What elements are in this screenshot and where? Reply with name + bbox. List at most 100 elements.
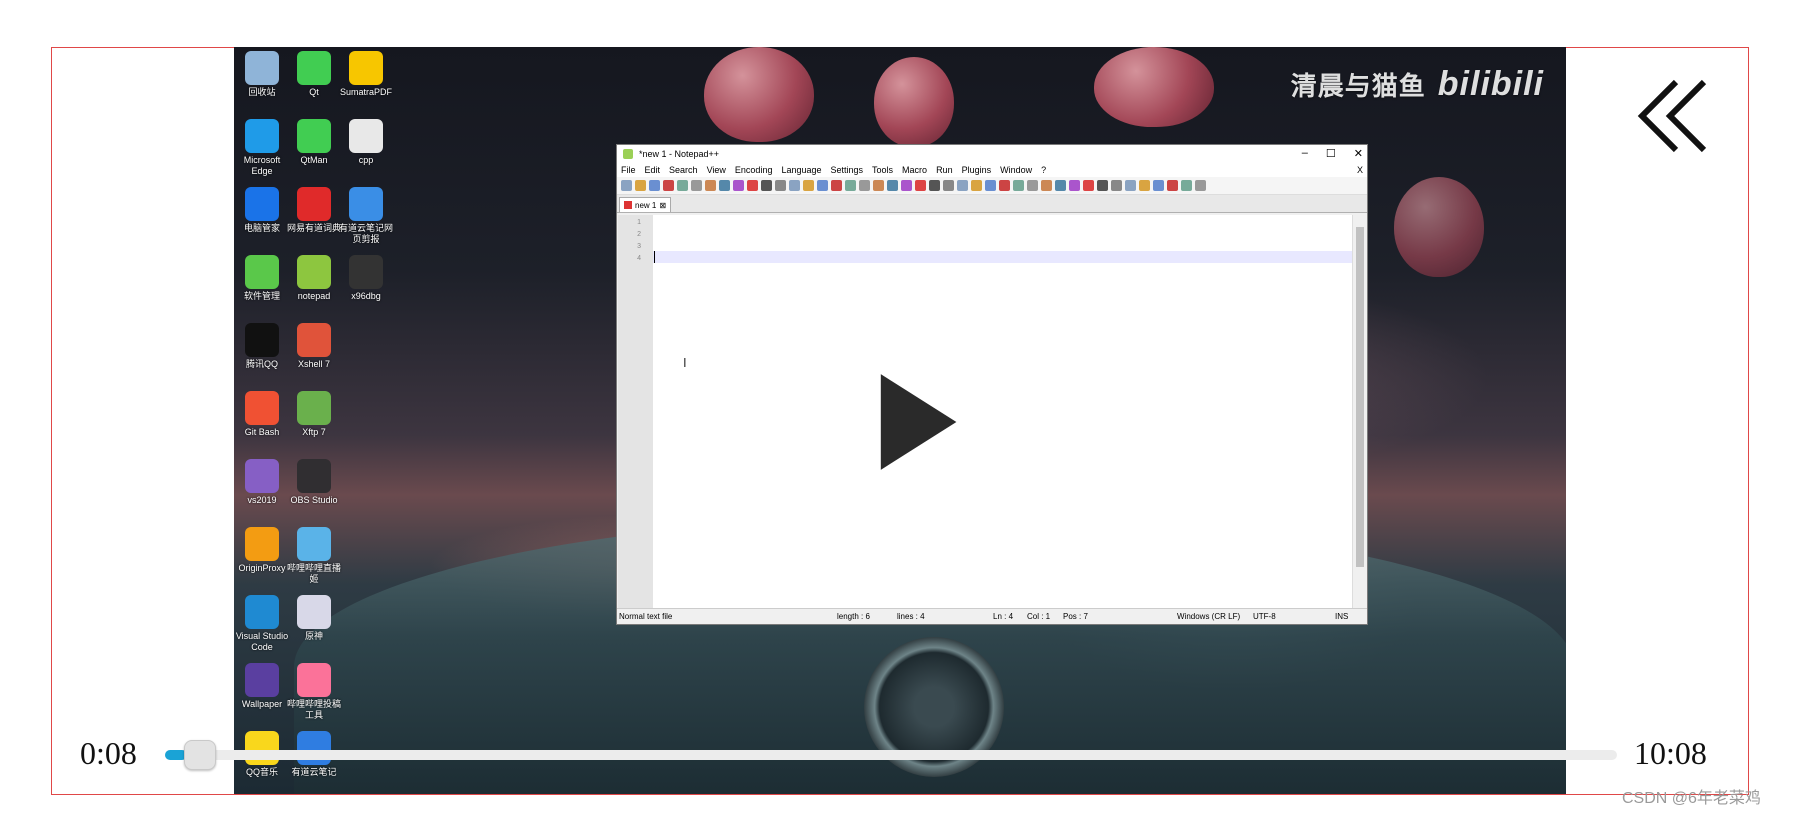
toolbar-button[interactable] <box>705 180 716 191</box>
desktop-icon[interactable]: OriginProxy <box>234 527 290 574</box>
menu-item[interactable]: Search <box>669 165 698 175</box>
toolbar-button[interactable] <box>1195 180 1206 191</box>
toolbar-button[interactable] <box>621 180 632 191</box>
desktop-icon[interactable]: Wallpaper <box>234 663 290 710</box>
toolbar-button[interactable] <box>1097 180 1108 191</box>
back-button[interactable] <box>1636 76 1716 156</box>
toolbar-button[interactable] <box>985 180 996 191</box>
toolbar-button[interactable] <box>873 180 884 191</box>
menu-item[interactable]: Encoding <box>735 165 773 175</box>
desktop-icon[interactable]: QtMan <box>286 119 342 166</box>
toolbar-button[interactable] <box>789 180 800 191</box>
desktop-icon[interactable]: Xshell 7 <box>286 323 342 370</box>
app-icon <box>297 391 331 425</box>
desktop-icon[interactable]: 电脑管家 <box>234 187 290 234</box>
desktop-icon[interactable]: 有道云笔记网页剪报 <box>338 187 394 245</box>
toolbar-button[interactable] <box>999 180 1010 191</box>
desktop-icon[interactable]: 腾讯QQ <box>234 323 290 370</box>
desktop-icon[interactable]: notepad <box>286 255 342 302</box>
window-titlebar[interactable]: *new 1 - Notepad++ – ☐ ✕ <box>617 145 1367 163</box>
desktop-icon[interactable]: Microsoft Edge <box>234 119 290 177</box>
menu-item[interactable]: Plugins <box>962 165 992 175</box>
toolbar-button[interactable] <box>1167 180 1178 191</box>
desktop-icon[interactable]: Git Bash <box>234 391 290 438</box>
toolbar-button[interactable] <box>1181 180 1192 191</box>
progress-knob[interactable] <box>184 740 217 770</box>
editor-area[interactable]: 1 2 3 4 I <box>618 215 1366 609</box>
toolbar-button[interactable] <box>1139 180 1150 191</box>
tab-close-icon[interactable]: ⊠ <box>659 201 666 210</box>
menu-item[interactable]: Edit <box>645 165 661 175</box>
toolbar-button[interactable] <box>649 180 660 191</box>
desktop-icon[interactable]: x96dbg <box>338 255 394 302</box>
vertical-scrollbar[interactable] <box>1352 215 1366 609</box>
desktop-icon[interactable]: 原神 <box>286 595 342 642</box>
desktop-icon[interactable]: 哔哩哔哩投稿工具 <box>286 663 342 721</box>
current-line-highlight <box>653 251 1352 263</box>
desktop-icon[interactable]: Visual Studio Code <box>234 595 290 653</box>
toolbar-button[interactable] <box>1153 180 1164 191</box>
toolbar-button[interactable] <box>845 180 856 191</box>
toolbar-button[interactable] <box>761 180 772 191</box>
toolbar-button[interactable] <box>817 180 828 191</box>
menu-item[interactable]: Language <box>781 165 821 175</box>
menu-item[interactable]: Tools <box>872 165 893 175</box>
line-number: 3 <box>637 243 641 250</box>
toolbar-button[interactable] <box>915 180 926 191</box>
menu-item[interactable]: Run <box>936 165 953 175</box>
desktop-icon[interactable]: cpp <box>338 119 394 166</box>
toolbar-button[interactable] <box>733 180 744 191</box>
desktop-icon[interactable]: OBS Studio <box>286 459 342 506</box>
toolbar-button[interactable] <box>929 180 940 191</box>
scrollbar-thumb[interactable] <box>1356 227 1364 567</box>
toolbar-button[interactable] <box>901 180 912 191</box>
progress-bar[interactable] <box>165 740 1617 770</box>
toolbar-button[interactable] <box>803 180 814 191</box>
maximize-icon[interactable]: ☐ <box>1326 147 1336 160</box>
minimize-icon[interactable]: – <box>1302 147 1308 160</box>
menu-item[interactable]: Window <box>1000 165 1032 175</box>
menu-item[interactable]: Macro <box>902 165 927 175</box>
desktop-icon[interactable]: Qt <box>286 51 342 98</box>
toolbar-button[interactable] <box>1055 180 1066 191</box>
desktop-icon[interactable]: 回收站 <box>234 51 290 98</box>
tab-new-1[interactable]: new 1 ⊠ <box>619 197 672 212</box>
toolbar-button[interactable] <box>859 180 870 191</box>
desktop-icon[interactable]: 软件管理 <box>234 255 290 302</box>
toolbar-button[interactable] <box>1013 180 1024 191</box>
close-document-button[interactable]: X <box>1357 165 1363 175</box>
desktop-icon-label: 软件管理 <box>243 291 280 301</box>
desktop-icon[interactable]: vs2019 <box>234 459 290 506</box>
toolbar-button[interactable] <box>747 180 758 191</box>
notepad-window[interactable]: *new 1 - Notepad++ – ☐ ✕ File Edit Search V… <box>616 144 1368 625</box>
desktop-icon[interactable]: Xftp 7 <box>286 391 342 438</box>
menu-item[interactable]: View <box>707 165 726 175</box>
toolbar-button[interactable] <box>957 180 968 191</box>
toolbar-button[interactable] <box>1041 180 1052 191</box>
toolbar-button[interactable] <box>635 180 646 191</box>
desktop-icon[interactable]: SumatraPDF <box>338 51 394 98</box>
toolbar-button[interactable] <box>1027 180 1038 191</box>
menu-item[interactable]: File <box>621 165 636 175</box>
csdn-watermark: CSDN @6年老菜鸡 <box>1622 790 1761 807</box>
desktop-icon[interactable]: 网易有道词典 <box>286 187 342 234</box>
text-area[interactable]: I <box>653 215 1366 609</box>
toolbar-button[interactable] <box>775 180 786 191</box>
toolbar-button[interactable] <box>663 180 674 191</box>
toolbar-button[interactable] <box>1069 180 1080 191</box>
toolbar-button[interactable] <box>1083 180 1094 191</box>
menu-item[interactable]: Settings <box>831 165 864 175</box>
close-icon[interactable]: ✕ <box>1354 147 1363 160</box>
toolbar-button[interactable] <box>943 180 954 191</box>
desktop-icon[interactable]: 哔哩哔哩直播姬 <box>286 527 342 585</box>
toolbar-button[interactable] <box>691 180 702 191</box>
toolbar-button[interactable] <box>1125 180 1136 191</box>
toolbar-button[interactable] <box>971 180 982 191</box>
toolbar-button[interactable] <box>831 180 842 191</box>
app-icon <box>297 51 331 85</box>
toolbar-button[interactable] <box>719 180 730 191</box>
menu-item[interactable]: ? <box>1041 165 1046 175</box>
toolbar-button[interactable] <box>677 180 688 191</box>
toolbar-button[interactable] <box>1111 180 1122 191</box>
toolbar-button[interactable] <box>887 180 898 191</box>
